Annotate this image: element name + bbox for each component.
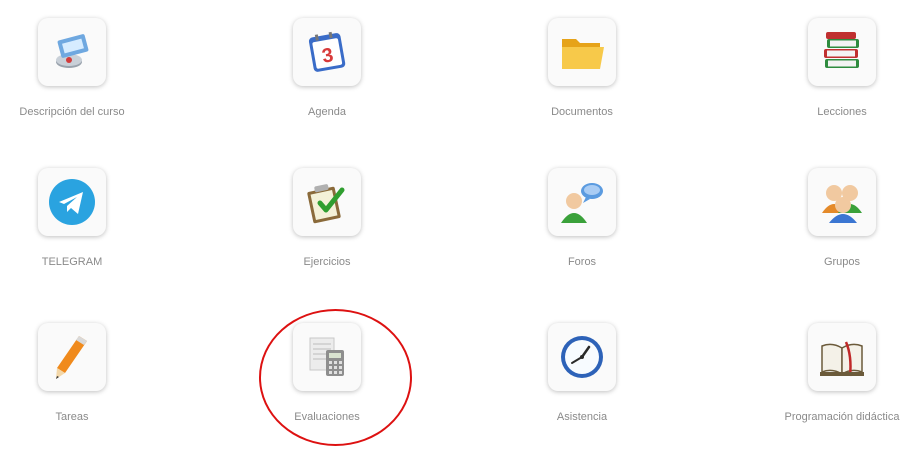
forum-icon: [561, 183, 603, 223]
tool-label: Tareas: [55, 411, 89, 423]
tool-label: Lecciones: [817, 106, 867, 118]
syllabus-tile[interactable]: [808, 323, 876, 391]
folder-icon: [562, 39, 604, 69]
agenda-tile[interactable]: 3: [293, 18, 361, 86]
tool-label: TELEGRAM: [41, 256, 103, 268]
exercises-icon: [307, 184, 345, 224]
forums-tile[interactable]: [548, 168, 616, 236]
calendar-icon: 3: [308, 31, 346, 72]
tool-label: Evaluaciones: [294, 411, 360, 423]
course-description-icon: [56, 34, 89, 68]
evaluations-tile[interactable]: [293, 323, 361, 391]
tool-label: Documentos: [551, 106, 613, 118]
exercises-tile[interactable]: [293, 168, 361, 236]
open-book-icon: [820, 341, 864, 377]
calculator-icon: [309, 337, 344, 376]
tool-label: Agenda: [308, 106, 346, 118]
tool-label: Programación didáctica: [784, 411, 900, 423]
tool-label: Foros: [567, 256, 597, 268]
tool-label: Grupos: [823, 256, 861, 268]
books-icon: [824, 32, 859, 68]
course-description-tile[interactable]: [38, 18, 106, 86]
clock-icon: [561, 336, 603, 378]
tool-label: Ejercicios: [303, 256, 351, 268]
telegram-icon: [49, 179, 95, 225]
documents-tile[interactable]: [548, 18, 616, 86]
tasks-tile[interactable]: [38, 323, 106, 391]
groups-tile[interactable]: [808, 168, 876, 236]
attendance-tile[interactable]: [548, 323, 616, 391]
tool-label: Descripción del curso: [19, 106, 125, 118]
lessons-tile[interactable]: [808, 18, 876, 86]
telegram-tile[interactable]: [38, 168, 106, 236]
tool-label: Asistencia: [556, 411, 608, 423]
groups-icon: [822, 185, 862, 223]
pencil-icon: [56, 336, 87, 379]
